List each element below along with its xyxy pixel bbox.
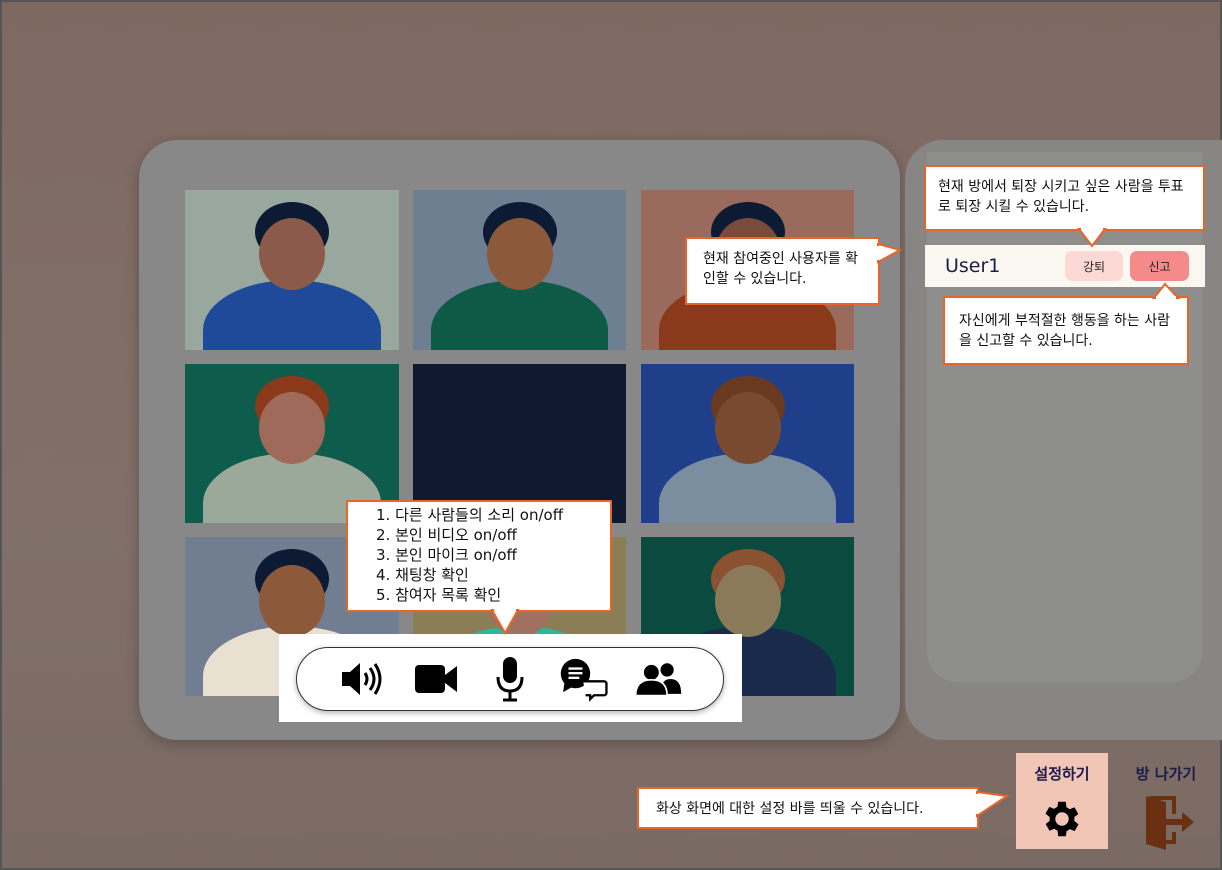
person-head bbox=[486, 218, 553, 290]
settings-label: 설정하기 bbox=[1034, 765, 1090, 783]
exit-room-button[interactable]: 방 나가기 bbox=[1126, 753, 1206, 850]
settings-callout-arrow bbox=[976, 790, 1010, 818]
person-head bbox=[259, 392, 325, 464]
person-head bbox=[259, 218, 325, 290]
person-head bbox=[714, 392, 781, 464]
controls-callout-line: 4. 채팅창 확인 bbox=[376, 566, 469, 584]
controls-callout-arrow bbox=[490, 609, 520, 635]
microphone-icon[interactable] bbox=[486, 655, 534, 703]
video-tile bbox=[641, 364, 854, 523]
participants-callout-arrow bbox=[877, 242, 902, 264]
controls-callout-line: 1. 다른 사람들의 소리 on/off bbox=[376, 506, 564, 524]
person-head bbox=[714, 565, 781, 637]
participants-callout: 현재 참여중인 사용자를 확인할 수 있습니다. bbox=[685, 237, 880, 305]
report-button[interactable]: 신고 bbox=[1130, 251, 1189, 281]
settings-callout: 화상 화면에 대한 설정 바를 띄울 수 있습니다. bbox=[637, 787, 979, 829]
person-body bbox=[431, 280, 608, 350]
kick-callout: 현재 방에서 퇴장 시키고 싶은 사람을 투표로 퇴장 시킬 수 있습니다. bbox=[924, 165, 1205, 231]
participants-icon[interactable] bbox=[634, 655, 682, 703]
controls-callout: 1. 다른 사람들의 소리 on/off 2. 본인 비디오 on/off 3. 본… bbox=[346, 500, 612, 612]
speaker-icon[interactable] bbox=[338, 655, 386, 703]
controls-callout-line: 3. 본인 마이크 on/off bbox=[376, 546, 517, 564]
settings-button[interactable]: 설정하기 bbox=[1016, 753, 1108, 849]
video-tile bbox=[185, 190, 399, 350]
participant-name: User1 bbox=[945, 255, 1001, 277]
exit-label: 방 나가기 bbox=[1135, 765, 1197, 783]
report-callout-arrow bbox=[1152, 282, 1181, 299]
kick-callout-arrow bbox=[1077, 228, 1107, 248]
report-callout: 자신에게 부적절한 행동을 하는 사람을 신고할 수 있습니다. bbox=[943, 296, 1189, 365]
exit-door-icon bbox=[1146, 796, 1194, 850]
chat-icon[interactable] bbox=[560, 655, 608, 703]
control-bar bbox=[296, 647, 724, 711]
person-body bbox=[203, 280, 381, 350]
gear-icon bbox=[1045, 801, 1079, 837]
controls-callout-line: 5. 참여자 목록 확인 bbox=[376, 586, 502, 604]
participant-row: User1 강퇴 신고 bbox=[925, 245, 1205, 287]
video-tile bbox=[413, 190, 626, 350]
controls-callout-line: 2. 본인 비디오 on/off bbox=[376, 526, 517, 544]
video-camera-icon[interactable] bbox=[412, 655, 460, 703]
kick-button[interactable]: 강퇴 bbox=[1065, 251, 1123, 281]
participants-list bbox=[927, 152, 1202, 682]
person-head bbox=[259, 565, 325, 637]
